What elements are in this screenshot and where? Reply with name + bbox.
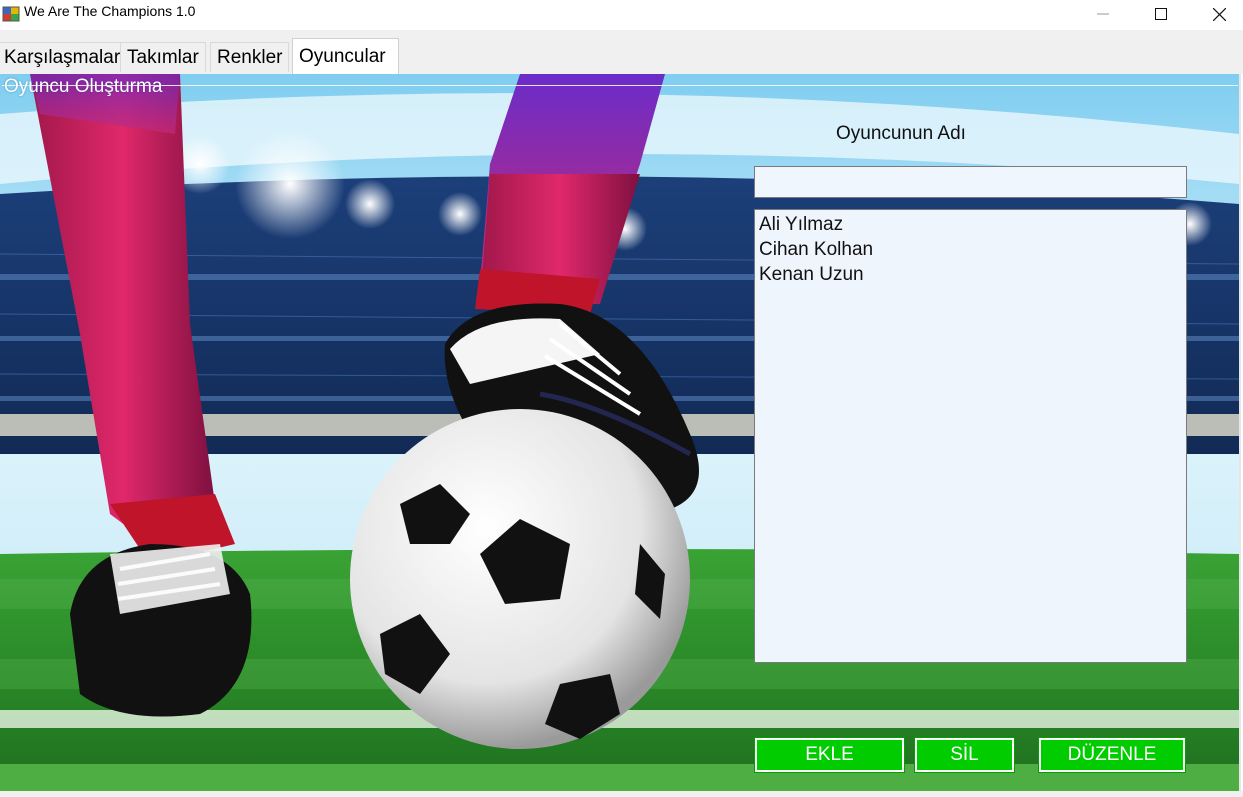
window-bottom-edge [0, 791, 1243, 797]
players-panel: Oyuncu Oluşturma Oyuncunun Adı Ali Yılma… [0, 74, 1241, 791]
tab-matches[interactable]: Karşılaşmalar [0, 42, 128, 72]
maximize-icon [1155, 8, 1167, 20]
players-listbox[interactable]: Ali Yılmaz Cihan Kolhan Kenan Uzun [754, 209, 1187, 663]
app-icon [2, 6, 20, 22]
window-title: We Are The Champions 1.0 [24, 3, 196, 19]
maximize-button[interactable] [1132, 0, 1190, 28]
groupbox-border [2, 85, 1238, 86]
tab-colors[interactable]: Renkler [210, 42, 290, 72]
list-item[interactable]: Cihan Kolhan [759, 237, 1182, 262]
groupbox-title: Oyuncu Oluşturma [4, 76, 163, 97]
list-item[interactable]: Kenan Uzun [759, 262, 1182, 287]
player-name-label: Oyuncunun Adı [836, 123, 966, 144]
add-button[interactable]: EKLE [754, 737, 905, 773]
tab-players[interactable]: Oyuncular [292, 38, 399, 74]
close-button[interactable] [1190, 0, 1243, 28]
list-item[interactable]: Ali Yılmaz [759, 212, 1182, 237]
tab-strip: Karşılaşmalar Takımlar Renkler Oyuncular [0, 30, 1243, 74]
edit-button[interactable]: DÜZENLE [1038, 737, 1186, 773]
tab-teams[interactable]: Takımlar [120, 42, 206, 72]
delete-button[interactable]: SİL [914, 737, 1015, 773]
title-bar: We Are The Champions 1.0 [0, 0, 1243, 30]
minimize-button[interactable] [1074, 0, 1132, 28]
player-name-input[interactable] [754, 166, 1187, 198]
close-icon [1212, 7, 1226, 21]
minimize-icon [1097, 13, 1109, 15]
